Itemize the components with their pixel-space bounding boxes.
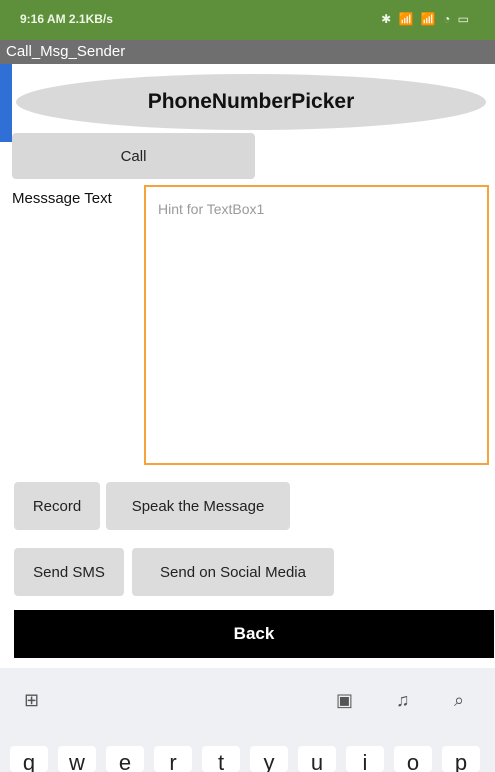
message-placeholder: Hint for TextBox1 [158, 201, 265, 217]
keyboard-row: q w e r t y u i o p [0, 736, 495, 772]
phone-number-picker[interactable]: PhoneNumberPicker [16, 74, 486, 130]
key-o[interactable]: o [394, 746, 432, 772]
key-t[interactable]: t [202, 746, 240, 772]
send-social-media-button[interactable]: Send on Social Media [132, 548, 334, 596]
key-i[interactable]: i [346, 746, 384, 772]
status-bar: 9:16 AM 2.1KB/s ✱ 📶 📶 ◔ ▭ [0, 0, 495, 40]
phone-number-picker-label: PhoneNumberPicker [147, 90, 355, 113]
key-p[interactable]: p [442, 746, 480, 772]
record-button[interactable]: Record [14, 482, 100, 530]
key-u[interactable]: u [298, 746, 336, 772]
key-q[interactable]: q [10, 746, 48, 772]
mic-icon[interactable]: ♫ [396, 690, 410, 711]
send-sms-button-label: Send SMS [33, 563, 105, 581]
speak-message-button[interactable]: Speak the Message [106, 482, 290, 530]
app-title: Call_Msg_Sender [6, 43, 126, 60]
status-time: 9:16 AM 2.1KB/s [20, 12, 113, 26]
search-icon[interactable]: ⌕ [454, 690, 464, 711]
app-title-bar: Call_Msg_Sender [0, 40, 495, 64]
key-y[interactable]: y [250, 746, 288, 772]
grid-icon[interactable]: ⊞ [24, 690, 39, 711]
call-button[interactable]: Call [12, 133, 255, 179]
message-textbox[interactable]: Hint for TextBox1 [144, 185, 489, 465]
call-button-label: Call [120, 147, 147, 165]
key-r[interactable]: r [154, 746, 192, 772]
send-sms-button[interactable]: Send SMS [14, 548, 124, 596]
back-button[interactable]: Back [14, 610, 494, 658]
key-w[interactable]: w [58, 746, 96, 772]
record-button-label: Record [32, 497, 82, 515]
clipboard-icon[interactable]: ▣ [336, 690, 353, 711]
send-social-media-button-label: Send on Social Media [160, 563, 306, 581]
side-accent [0, 64, 12, 142]
speak-message-button-label: Speak the Message [131, 497, 265, 515]
back-button-label: Back [233, 624, 275, 643]
key-e[interactable]: e [106, 746, 144, 772]
keyboard-toolbar: ⊞ ▣ ♫ ⌕ [0, 668, 495, 736]
message-label: Messsage Text [12, 190, 112, 207]
status-icons: ✱ 📶 📶 ◔ ▭ [381, 12, 471, 26]
